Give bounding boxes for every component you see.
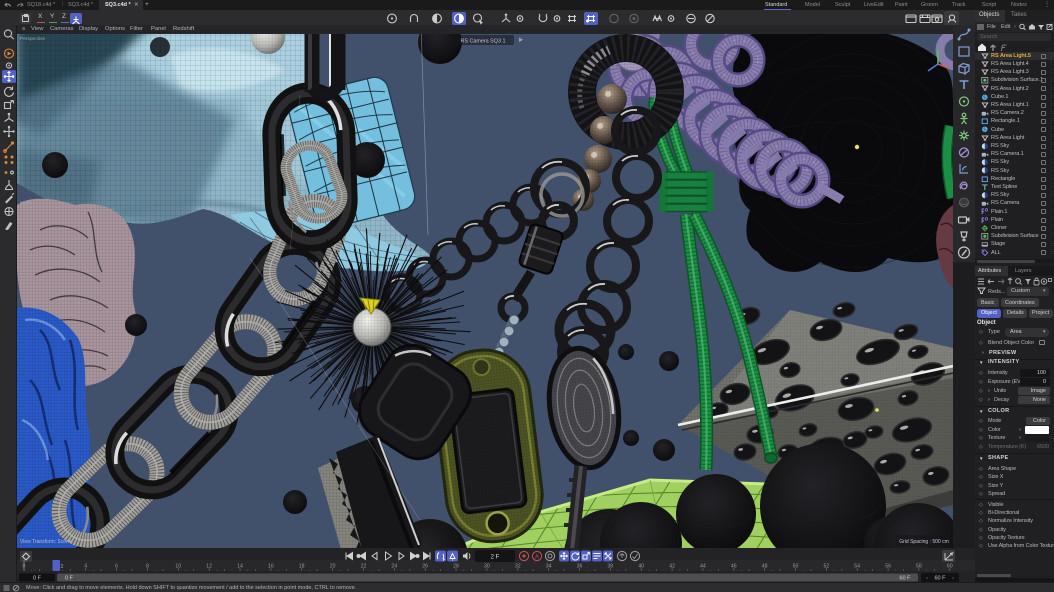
svg-text:Y: Y <box>940 45 943 50</box>
svg-text:2 F: 2 F <box>491 555 500 561</box>
svg-text:0 F: 0 F <box>33 576 42 582</box>
svg-text:Perspective: Perspective <box>20 36 45 42</box>
svg-text:RS Camera SQ3 1: RS Camera SQ3 1 <box>461 38 506 44</box>
svg-text:Grid Spacing : 500 cm: Grid Spacing : 500 cm <box>899 539 948 545</box>
svg-text:‹: ‹ <box>926 576 928 582</box>
svg-text:60 F: 60 F <box>934 576 946 582</box>
svg-text:Move: Move <box>20 200 32 206</box>
svg-text:0 F: 0 F <box>65 576 74 582</box>
svg-text:60 F: 60 F <box>899 576 911 582</box>
svg-text:View Transform: Scene: View Transform: Scene <box>20 539 72 545</box>
svg-text:2: 2 <box>61 564 64 570</box>
svg-text:›: › <box>952 576 954 582</box>
svg-text:A: A <box>535 554 539 560</box>
